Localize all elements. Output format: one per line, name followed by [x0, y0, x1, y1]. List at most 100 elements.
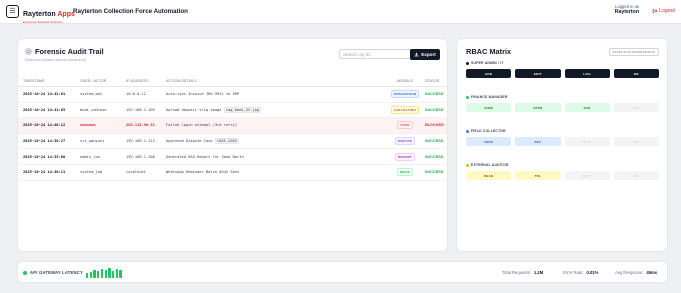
cell-timestamp: 2025-10-24 14:30:11: [23, 170, 66, 175]
permission-row: ADD EDIT LOG DB: [466, 69, 659, 78]
hamburger-icon: ☰: [9, 8, 16, 15]
brand-logo[interactable]: Rayterton Apps Enterprise Software Solut…: [23, 4, 75, 24]
role-name: FIELD COLLECTOR: [471, 129, 506, 133]
cell-action: Failed login attempt (3rd retry): [166, 123, 237, 127]
role-name: FINANCE MANAGER: [471, 95, 508, 99]
permission-chip[interactable]: EDIT: [515, 69, 561, 78]
cell-action: Auto-sync Invoice INV-9921 to ERP: [166, 92, 239, 96]
cell-ip: 192.168.1.100: [126, 154, 155, 159]
col-user: USER / ACTOR: [80, 79, 107, 83]
brand-name: Rayterton: [23, 11, 56, 18]
avg-response: Avg Response: 45ms: [615, 270, 657, 275]
table-row[interactable]: 2025-10-24 14:38:27 sri_wahyuni 192.168.1.…: [18, 134, 447, 150]
permission-chip[interactable]: TRL: [515, 171, 561, 180]
menu-button[interactable]: ☰: [6, 5, 19, 18]
cell-module: AUTH: [389, 121, 421, 130]
audit-trail-card: Forensic Audit Trail Real-time system ac…: [17, 38, 448, 252]
permission-chip[interactable]: READ: [466, 171, 512, 180]
audit-title-row: Forensic Audit Trail: [25, 47, 104, 56]
permission-chip[interactable]: TASK: [466, 137, 512, 146]
permission-chip[interactable]: ADD: [466, 69, 512, 78]
cell-timestamp: 2025-10-24 14:38:27: [23, 139, 66, 144]
action-code: img_bank_22.jpg: [223, 106, 262, 113]
cell-ip: 192.168.1.112: [126, 139, 155, 144]
role-name: SUPER ADMIN / IT: [471, 61, 504, 65]
permission-chip[interactable]: EDIT: [564, 171, 610, 180]
total-requests-label: Total Requests:: [502, 270, 531, 275]
cell-ip: 192.168.1.105: [126, 107, 155, 112]
latency-bar: [104, 270, 107, 278]
cell-timestamp: 2025-10-24 14:35:00: [23, 154, 66, 159]
latency-bar: [93, 269, 96, 278]
cell-module: COLLECTION: [389, 105, 421, 114]
action-code: CASE-2283: [214, 138, 239, 145]
col-timestamp: TIMESTAMP: [23, 79, 45, 83]
status-badge: SUCCESS: [425, 154, 444, 159]
app-header: ☰ Rayterton Apps Enterprise Software Sol…: [0, 0, 681, 24]
module-badge: NOTIF: [397, 168, 413, 177]
cell-user: sri_wahyuni: [80, 139, 105, 144]
permission-chip[interactable]: LOG: [564, 69, 610, 78]
brand-tagline: Enterprise Software Solutions: [23, 20, 63, 24]
cell-timestamp: 2025-10-24 14:42:01: [23, 92, 66, 97]
status-footer: API GATEWAY LATENCY Total Requests: 1.2M …: [17, 261, 668, 283]
cell-timestamp: 2025-10-24 14:41:05: [23, 107, 66, 112]
action-text: Approved Dispute Case: [166, 139, 213, 144]
permission-chip[interactable]: VIEW: [466, 103, 512, 112]
permission-chip[interactable]: APPR: [515, 103, 561, 112]
role-heading: FINANCE MANAGER: [466, 95, 659, 99]
rbac-card: RBAC Matrix EFFECTIVE PERMISSIONS SUPER …: [456, 38, 668, 252]
total-requests-value: 1.2M: [533, 270, 544, 275]
permission-chip[interactable]: DEL: [613, 171, 659, 180]
permission-chip[interactable]: EXP: [564, 103, 610, 112]
action-text: Failed login attempt (3rd retry): [166, 123, 238, 128]
logout-button[interactable]: Logout: [652, 8, 675, 14]
role-heading: SUPER ADMIN / IT: [466, 61, 659, 65]
table-row[interactable]: 2025-10-24 14:35:00 admin_joe 192.168.1.10…: [18, 149, 447, 165]
table-row[interactable]: 2025-10-24 14:41:05 budi_santoso 192.168.1…: [18, 103, 447, 119]
permission-chip[interactable]: DB: [613, 69, 659, 78]
cell-user: budi_santoso: [80, 107, 107, 112]
permission-chip[interactable]: DEL: [613, 137, 659, 146]
latency-bar: [97, 271, 100, 278]
status-badge: SUCCESS: [425, 92, 444, 97]
permission-chip[interactable]: PAY: [515, 137, 561, 146]
cell-module: NOTIF: [389, 168, 421, 177]
role-heading: FIELD COLLECTOR: [466, 129, 659, 133]
permission-row: TASK PAY EDIT DEL: [466, 137, 659, 146]
cell-ip: 10.0.0.12: [126, 92, 146, 97]
table-row[interactable]: 2025-10-24 14:30:11 system_job localhost Wh…: [18, 165, 447, 181]
permission-row: VIEW APPR EXP DEL: [466, 103, 659, 112]
permission-chip[interactable]: DEL: [613, 103, 659, 112]
role-group: SUPER ADMIN / IT ADD EDIT LOG DB: [466, 61, 659, 78]
table-header: TIMESTAMP USER / ACTOR IP ADDRESS ACTION…: [18, 76, 447, 87]
role-dot-icon: [466, 95, 469, 99]
table-row[interactable]: 2025-10-24 14:42:01 system_bot 10.0.0.12 Au…: [18, 87, 447, 103]
module-badge: INTEGRATION: [390, 90, 420, 99]
status-badge: SUCCESS: [425, 139, 444, 144]
role-name: EXTERNAL AUDITOR: [471, 163, 509, 167]
audit-subtitle: Real-time system activity monitoring: [25, 58, 86, 62]
module-badge: REPORT: [395, 152, 415, 161]
logout-icon: [652, 8, 658, 14]
table-row[interactable]: 2025-10-24 14:40:12 unknown 203.112.90.11 F…: [18, 118, 447, 134]
cell-action: Upload deposit slip image img_bank_22.jp…: [166, 106, 262, 113]
rbac-title: RBAC Matrix: [466, 47, 512, 56]
cell-action: WhatsApp Reminder Batch #442 Sent: [166, 170, 239, 174]
module-badge: DISPUTE: [394, 137, 416, 146]
col-status: STATUS: [425, 79, 440, 83]
action-text: Generated DSO Report for Zone North: [166, 154, 244, 159]
role-group: FIELD COLLECTOR TASK PAY EDIT DEL: [466, 129, 659, 146]
export-button[interactable]: Export: [410, 49, 440, 60]
cell-timestamp: 2025-10-24 14:40:12: [23, 123, 66, 128]
col-ip: IP ADDRESS: [126, 79, 149, 83]
col-action: ACTION DETAILS: [166, 79, 197, 83]
latency-bar: [115, 269, 118, 278]
status-badge: SUCCESS: [425, 170, 444, 175]
permission-chip[interactable]: EDIT: [564, 137, 610, 146]
audit-title: Forensic Audit Trail: [35, 47, 104, 56]
cell-module: REPORT: [389, 152, 421, 161]
fingerprint-icon: [25, 48, 32, 55]
latency-bar: [89, 271, 93, 278]
cell-user: system_job: [80, 170, 103, 175]
